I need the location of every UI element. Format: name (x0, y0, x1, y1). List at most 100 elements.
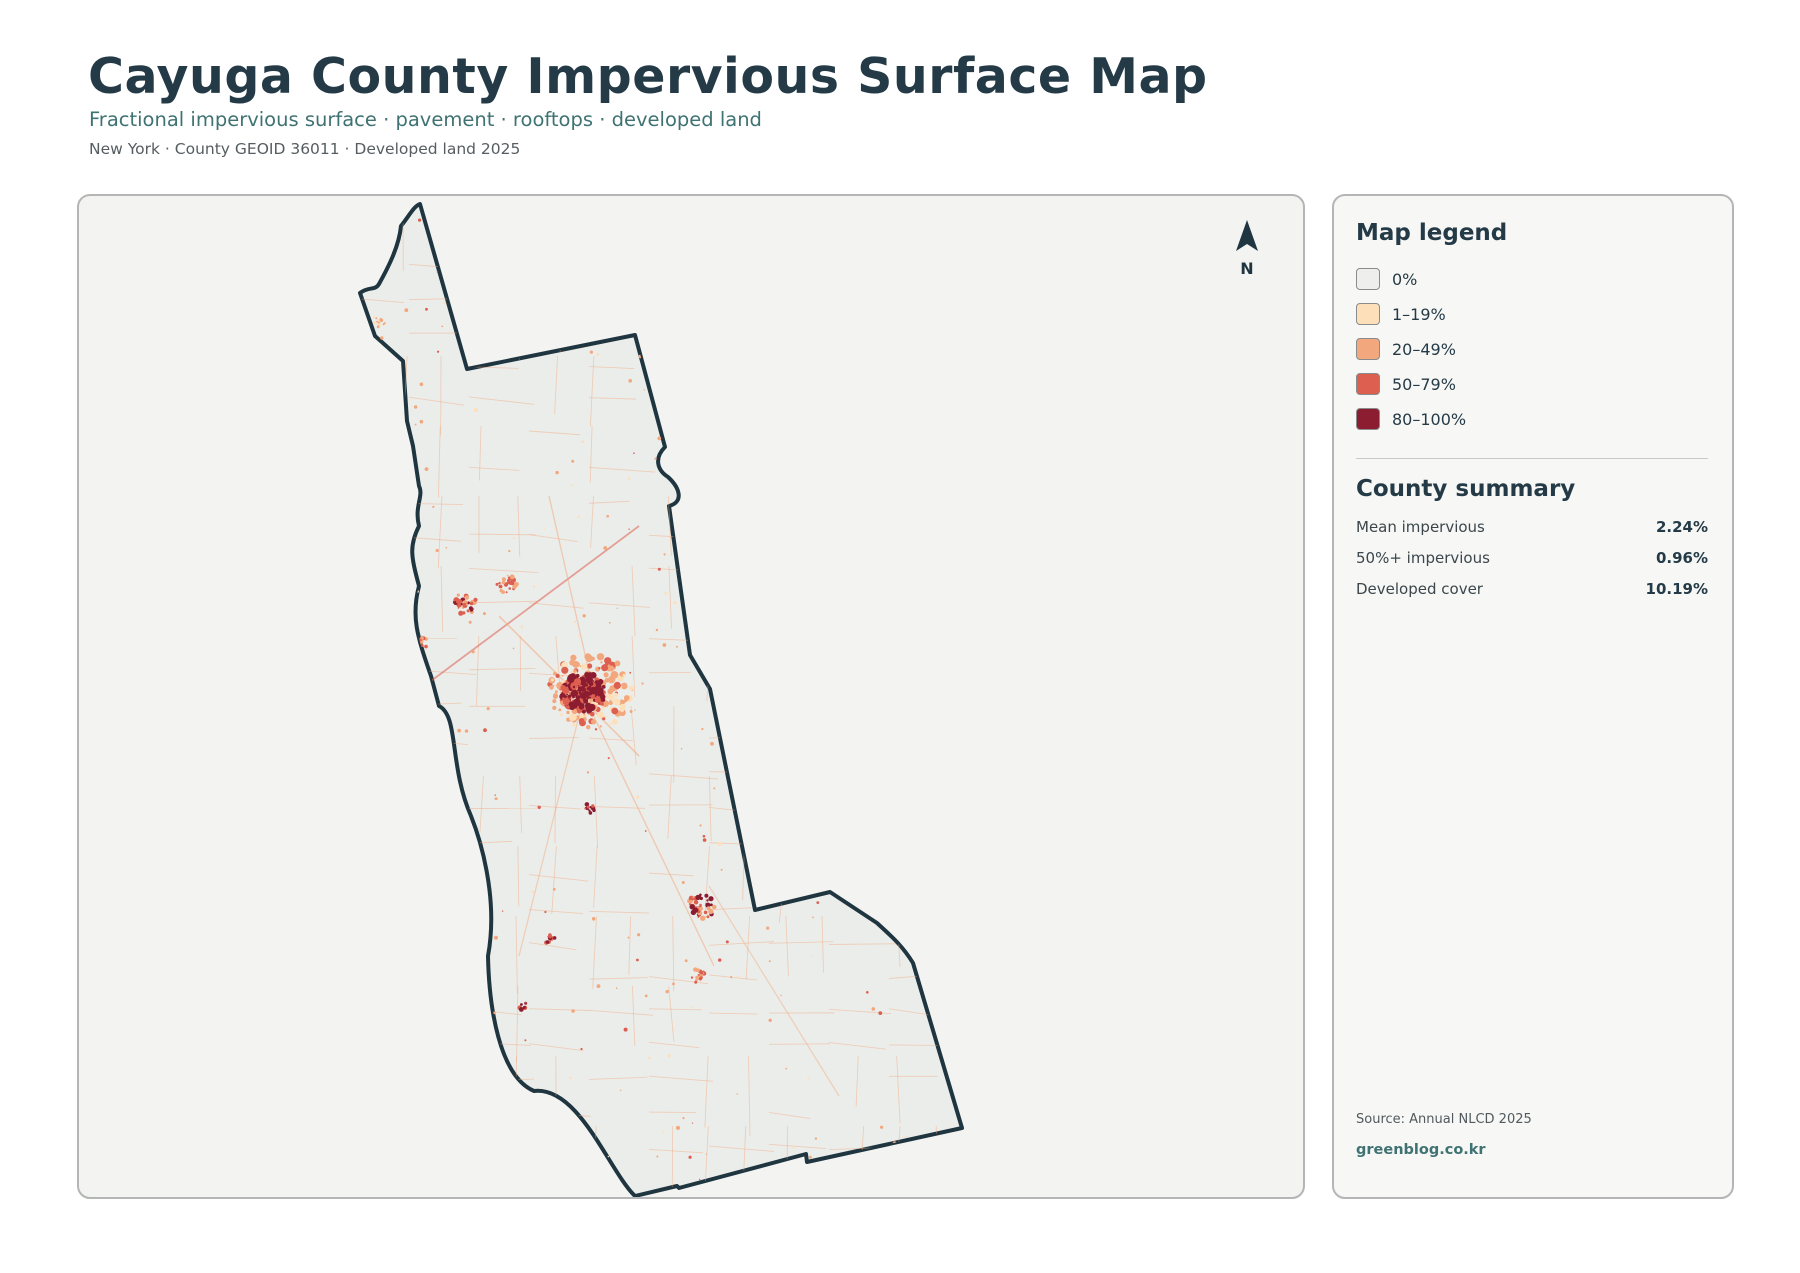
developed-patch (914, 1159, 918, 1163)
developed-patch (598, 693, 600, 696)
developed-patch (429, 815, 435, 821)
developed-patch (696, 976, 699, 979)
developed-patch (816, 901, 820, 904)
road-segment (708, 294, 761, 297)
developed-patch (568, 701, 575, 708)
developed-patch (803, 285, 807, 289)
legend-item-label: 1–19% (1392, 304, 1446, 324)
legend-swatch (1356, 408, 1380, 430)
developed-patch (901, 503, 906, 508)
road-segment (398, 705, 405, 760)
road-segment (860, 565, 864, 622)
road-segment (948, 839, 962, 842)
map-frame[interactable]: N (77, 194, 1305, 1199)
developed-patch (819, 584, 823, 587)
developed-patch (866, 991, 869, 994)
developed-patch (623, 1027, 628, 1032)
road-segment (408, 1144, 471, 1152)
developed-patch (699, 903, 702, 907)
developed-patch (636, 958, 639, 962)
developed-patch (472, 978, 476, 983)
developed-patch (501, 577, 506, 582)
developed-patch (608, 675, 616, 684)
developed-patch (443, 301, 447, 305)
developed-patch (563, 673, 566, 676)
developed-patch (657, 436, 662, 441)
developed-patch (508, 587, 512, 590)
developed-patch (572, 660, 580, 668)
road-segment (976, 706, 978, 775)
developed-patch (433, 790, 438, 794)
developed-patch (520, 625, 524, 629)
developed-patch (573, 669, 577, 673)
developed-patch (751, 339, 756, 343)
road-segment (360, 1178, 417, 1186)
road-segment (440, 1055, 448, 1135)
developed-patch (448, 1190, 452, 1194)
developed-patch (695, 968, 700, 973)
developed-patch (929, 927, 931, 929)
developed-patch (886, 556, 888, 559)
stat-value: 10.19% (1645, 580, 1708, 598)
north-label: N (1240, 259, 1253, 278)
road-segment (856, 215, 863, 289)
road-segment (360, 569, 416, 575)
road-segment (708, 464, 772, 473)
developed-patch (406, 776, 410, 780)
developed-patch (570, 1158, 572, 1161)
developed-patch (441, 817, 446, 821)
developed-patch (718, 319, 722, 324)
developed-patch (752, 869, 755, 871)
developed-patch (780, 994, 782, 997)
road-segment (744, 705, 750, 765)
county-map[interactable]: N (79, 196, 1303, 1197)
developed-patch (679, 538, 682, 541)
developed-patch (416, 723, 422, 728)
road-segment (553, 215, 561, 295)
developed-patch (956, 795, 959, 798)
source-note: Source: Annual NLCD 2025 (1356, 1112, 1532, 1127)
site-link[interactable]: greenblog.co.kr (1356, 1142, 1486, 1158)
road-segment (930, 915, 938, 984)
developed-patch (531, 890, 534, 894)
road-segment (408, 808, 463, 810)
developed-patch (436, 271, 438, 273)
developed-patch (525, 1002, 527, 1004)
developed-patch (417, 806, 421, 810)
developed-patch (804, 565, 808, 569)
road-segment (360, 465, 395, 474)
developed-patch (468, 620, 472, 624)
developed-patch (418, 218, 422, 222)
developed-patch (441, 325, 444, 328)
developed-patch (616, 607, 618, 609)
road-segment (948, 638, 962, 643)
developed-patch (662, 1130, 665, 1133)
stat-value: 2.24% (1655, 518, 1708, 536)
developed-patch (768, 277, 771, 280)
developed-patch (700, 915, 706, 921)
developed-patch (912, 528, 916, 533)
developed-patch (486, 707, 490, 711)
road-segment (360, 804, 400, 812)
developed-patch (568, 276, 571, 280)
developed-patch (583, 682, 587, 686)
developed-patch (373, 316, 375, 318)
developed-patch (464, 595, 469, 600)
developed-patch (594, 728, 598, 731)
developed-patch (861, 510, 865, 513)
developed-patch (384, 597, 388, 601)
road-segment (768, 839, 811, 846)
developed-patch (544, 910, 547, 914)
developed-patch (577, 515, 580, 519)
road-segment (408, 1044, 470, 1048)
developed-patch (810, 601, 815, 606)
developed-patch (545, 940, 550, 944)
developed-patch (602, 717, 606, 721)
developed-patch (427, 828, 430, 831)
developed-patch (629, 671, 632, 674)
developed-patch (369, 984, 372, 987)
developed-patch (382, 323, 385, 326)
developed-patch (494, 935, 498, 940)
developed-patch (783, 760, 786, 763)
developed-patch (425, 307, 428, 311)
